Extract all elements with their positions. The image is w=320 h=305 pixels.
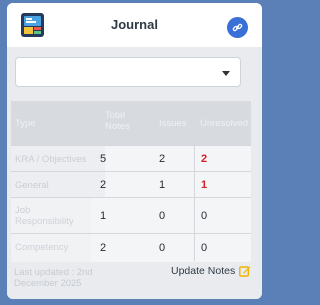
table-row[interactable]: General 2 1 1 [11,171,251,198]
row-type: Competency [11,234,91,262]
row-issues: 0 [159,210,166,222]
edit-icon [239,266,251,277]
table-header: Type Total Notes Issues Unresolved [11,101,251,145]
row-unresolved: 1 [201,179,208,191]
link-button[interactable] [227,17,248,38]
journal-summary-table: Type Total Notes Issues Unresolved KRA /… [11,101,251,262]
column-header-total-notes: Total Notes [105,110,130,132]
table-row[interactable]: KRA / Objectives 5 2 2 [11,145,251,172]
column-header-issues: Issues [159,118,187,129]
update-notes-label: Update Notes [171,265,236,277]
journal-header: Journal [7,3,262,47]
row-type: KRA / Objectives [11,146,105,172]
row-issues: 0 [159,242,166,254]
last-updated-text: Last updated : 2nd December 2025 [14,267,93,289]
row-issues: 2 [159,153,166,165]
row-total-notes: 2 [100,242,107,254]
row-type: Job Responsibility [11,198,91,234]
update-notes-button[interactable]: Update Notes [171,265,251,277]
row-issues: 1 [159,179,166,191]
link-icon [232,23,243,32]
chevron-down-icon [222,71,230,76]
page-title: Journal [111,17,158,32]
table-row[interactable]: Competency 2 0 0 [11,233,251,262]
table-row[interactable]: Job Responsibility 1 0 0 [11,197,251,234]
column-divider [194,145,195,261]
row-total-notes: 1 [100,210,107,222]
type-filter-select[interactable] [15,57,241,87]
row-type: General [11,172,105,198]
column-header-type: Type [15,118,36,129]
row-unresolved: 0 [201,210,208,222]
row-total-notes: 5 [100,153,107,165]
row-unresolved: 0 [201,242,208,254]
row-total-notes: 2 [100,179,107,191]
column-header-unresolved: Unresolved [200,118,249,129]
row-unresolved: 2 [201,153,208,165]
